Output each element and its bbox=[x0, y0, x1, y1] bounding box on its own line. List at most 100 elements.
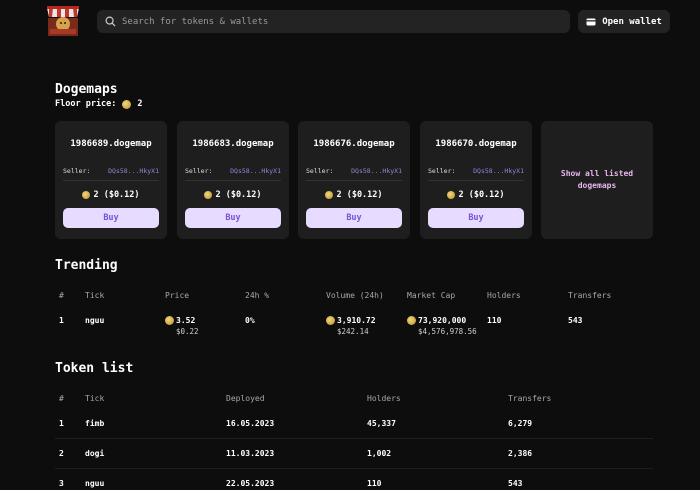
price-value: 3.52 bbox=[176, 316, 196, 325]
listing-price-value: 2 ($0.12) bbox=[336, 190, 383, 200]
column-header: Transfers bbox=[508, 394, 552, 403]
seller-address-link[interactable]: DQs58...HkyX1 bbox=[108, 167, 159, 176]
rank: 1 bbox=[59, 419, 64, 428]
dogemap-card[interactable]: 1986676.dogemap Seller: DQs58...HkyX1 2 … bbox=[298, 121, 410, 239]
tick-link[interactable]: fimb bbox=[85, 419, 104, 428]
volume-value: 3,910.72 bbox=[337, 316, 376, 325]
listing-price-value: 2 ($0.12) bbox=[215, 190, 262, 200]
search-input[interactable] bbox=[122, 16, 542, 27]
dogemap-name: 1986676.dogemap bbox=[313, 139, 395, 149]
dogemap-card[interactable]: 1986670.dogemap Seller: DQs58...HkyX1 2 … bbox=[420, 121, 532, 239]
wallet-icon bbox=[586, 18, 596, 25]
buy-button[interactable]: Buy bbox=[428, 208, 524, 228]
floor-price-value: 2 bbox=[137, 99, 143, 109]
listing-price: 2 ($0.12) bbox=[177, 190, 289, 200]
search-icon bbox=[105, 16, 116, 27]
volume: 3,910.72 bbox=[326, 316, 376, 325]
change-24h: 0% bbox=[245, 316, 255, 325]
trending-title: Trending bbox=[55, 258, 118, 273]
dogemap-name: 1986670.dogemap bbox=[435, 139, 517, 149]
transfers: 2,386 bbox=[508, 449, 533, 458]
doge-coin-icon bbox=[407, 316, 416, 325]
column-header: # bbox=[59, 291, 64, 300]
transfers: 6,279 bbox=[508, 419, 533, 428]
column-header: Volume (24h) bbox=[326, 291, 384, 300]
column-header: Deployed bbox=[226, 394, 265, 403]
holders: 45,337 bbox=[367, 419, 396, 428]
buy-button[interactable]: Buy bbox=[185, 208, 281, 228]
tick-link[interactable]: nguu bbox=[85, 479, 104, 488]
doge-coin-icon bbox=[447, 190, 456, 199]
deployed-date: 11.03.2023 bbox=[226, 449, 275, 458]
row-divider bbox=[55, 438, 653, 439]
dogemap-name: 1986683.dogemap bbox=[192, 139, 274, 149]
column-header: Tick bbox=[85, 291, 105, 300]
doge-coin-icon bbox=[326, 316, 335, 325]
doge-coin-icon bbox=[122, 99, 132, 109]
rank: 1 bbox=[59, 316, 64, 325]
doge-market-logo[interactable] bbox=[45, 4, 81, 38]
token-list-title: Token list bbox=[55, 361, 134, 376]
seller-address-link[interactable]: DQs58...HkyX1 bbox=[351, 167, 402, 176]
seller-label: Seller: bbox=[306, 167, 334, 175]
row-divider bbox=[55, 468, 653, 469]
seller-row: Seller: DQs58...HkyX1 bbox=[185, 167, 281, 181]
open-wallet-button[interactable]: Open wallet bbox=[578, 10, 670, 33]
rank: 3 bbox=[59, 479, 64, 488]
seller-row: Seller: DQs58...HkyX1 bbox=[306, 167, 402, 181]
tick-link[interactable]: nguu bbox=[85, 316, 104, 325]
top-bar: Open wallet bbox=[0, 0, 700, 44]
seller-row: Seller: DQs58...HkyX1 bbox=[63, 167, 159, 181]
seller-address-link[interactable]: DQs58...HkyX1 bbox=[230, 167, 281, 176]
listing-price: 2 ($0.12) bbox=[298, 190, 410, 200]
doge-coin-icon bbox=[165, 316, 174, 325]
column-header: Transfers bbox=[568, 291, 612, 300]
holders: 110 bbox=[367, 479, 382, 488]
show-all-label: Show all listed dogemaps bbox=[560, 169, 634, 190]
seller-label: Seller: bbox=[63, 167, 91, 175]
column-header: Tick bbox=[85, 394, 105, 403]
transfers: 543 bbox=[508, 479, 523, 488]
price: 3.52 bbox=[165, 316, 195, 325]
column-header: Market Cap bbox=[407, 291, 456, 300]
column-header: Holders bbox=[487, 291, 521, 300]
seller-label: Seller: bbox=[185, 167, 213, 175]
dogemaps-title: Dogemaps bbox=[55, 82, 118, 97]
deployed-date: 16.05.2023 bbox=[226, 419, 275, 428]
seller-label: Seller: bbox=[428, 167, 456, 175]
dogemap-name: 1986689.dogemap bbox=[70, 139, 152, 149]
volume-usd: $242.14 bbox=[337, 327, 369, 336]
market-cap-value: 73,920,000 bbox=[418, 316, 467, 325]
buy-button[interactable]: Buy bbox=[306, 208, 402, 228]
listing-price: 2 ($0.12) bbox=[55, 190, 167, 200]
listing-price-value: 2 ($0.12) bbox=[93, 190, 140, 200]
seller-row: Seller: DQs58...HkyX1 bbox=[428, 167, 524, 181]
dogemap-card[interactable]: 1986689.dogemap Seller: DQs58...HkyX1 2 … bbox=[55, 121, 167, 239]
listing-price-value: 2 ($0.12) bbox=[458, 190, 505, 200]
buy-button[interactable]: Buy bbox=[63, 208, 159, 228]
search-bar[interactable] bbox=[97, 10, 570, 33]
floor-price: Floor price: 2 bbox=[55, 99, 143, 109]
deployed-date: 22.05.2023 bbox=[226, 479, 275, 488]
show-all-dogemaps-button[interactable]: Show all listed dogemaps bbox=[541, 121, 653, 239]
doge-coin-icon bbox=[82, 190, 91, 199]
floor-price-label: Floor price: bbox=[55, 99, 117, 109]
market-cap-usd: $4,576,978.56 bbox=[418, 327, 477, 336]
column-header: Holders bbox=[367, 394, 401, 403]
doge-coin-icon bbox=[325, 190, 334, 199]
dogemap-card[interactable]: 1986683.dogemap Seller: DQs58...HkyX1 2 … bbox=[177, 121, 289, 239]
listing-price: 2 ($0.12) bbox=[420, 190, 532, 200]
column-header: Price bbox=[165, 291, 190, 300]
market-cap: 73,920,000 bbox=[407, 316, 466, 325]
open-wallet-label: Open wallet bbox=[602, 16, 662, 27]
seller-address-link[interactable]: DQs58...HkyX1 bbox=[473, 167, 524, 176]
doge-coin-icon bbox=[204, 190, 213, 199]
holders: 1,002 bbox=[367, 449, 392, 458]
tick-link[interactable]: dogi bbox=[85, 449, 104, 458]
column-header: 24h % bbox=[245, 291, 270, 300]
transfers: 543 bbox=[568, 316, 583, 325]
rank: 2 bbox=[59, 449, 64, 458]
price-usd: $0.22 bbox=[176, 327, 199, 336]
column-header: # bbox=[59, 394, 64, 403]
holders: 110 bbox=[487, 316, 502, 325]
